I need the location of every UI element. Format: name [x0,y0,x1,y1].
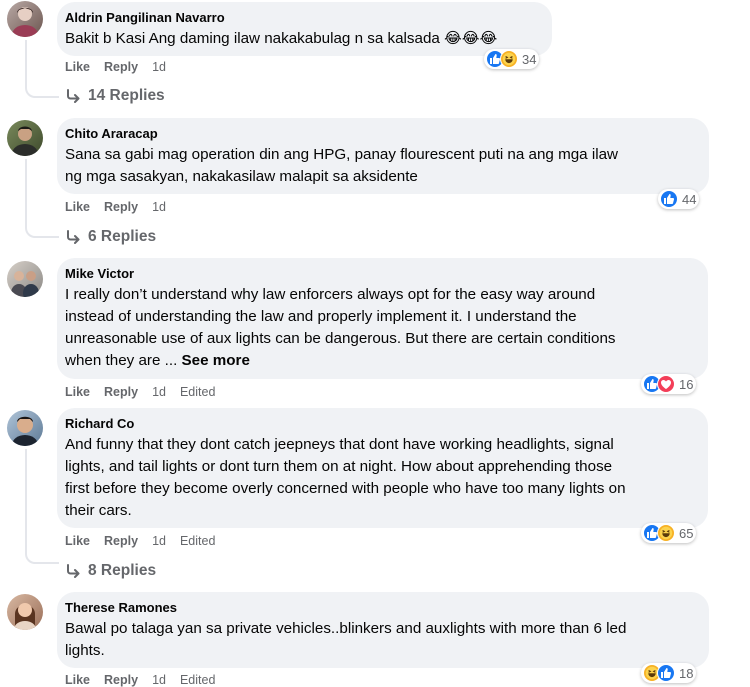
reply-button[interactable]: Reply [104,200,138,214]
reaction-count: 18 [679,665,694,681]
view-replies-button[interactable]: 6 Replies [66,228,156,246]
reply-button[interactable]: Reply [104,385,138,399]
reply-thread-line [25,449,59,564]
like-button[interactable]: Like [65,60,90,74]
like-button[interactable]: Like [65,200,90,214]
reaction-summary[interactable]: 34 [484,49,540,69]
edited-label: Edited [179,385,216,399]
comment-actions: Like Reply 1d [65,200,166,214]
like-button[interactable]: Like [65,385,90,399]
reaction-summary[interactable]: 44 [658,189,700,209]
view-replies-button[interactable]: 14 Replies [66,87,165,105]
comment-text-line: first before they become overly concerne… [65,480,626,497]
edited-label: Edited [179,534,216,548]
comment-author[interactable]: Richard Co [65,416,696,432]
reply-button[interactable]: Reply [104,534,138,548]
reaction-summary[interactable]: 16 [641,374,697,394]
comment-bubble: Chito Araracap Sana sa gabi mag operatio… [57,118,709,194]
reaction-summary[interactable]: 18 [641,663,697,683]
comment-text: Bakit b Kasi Ang daming ilaw nakakabulag… [65,30,498,47]
timestamp[interactable]: 1d [152,673,166,687]
avatar[interactable] [7,1,43,37]
reaction-count: 34 [522,51,537,67]
comment-bubble: Therese Ramones Bawal po talaga yan sa p… [57,592,709,668]
comment-bubble: Mike Victor I really don’t understand wh… [57,258,708,379]
replies-label: 6 Replies [88,228,157,245]
reaction-count: 16 [679,376,694,392]
comment-bubble: Aldrin Pangilinan Navarro Bakit b Kasi A… [57,2,552,56]
comment-text-line: And funny that they dont catch jeepneys … [65,436,614,453]
comment-text-line: I really don’t understand why law enforc… [65,286,596,303]
avatar[interactable] [7,261,43,297]
avatar[interactable] [7,120,43,156]
comment-text-line: instead of understanding the law and pro… [65,308,577,325]
like-button[interactable]: Like [65,534,90,548]
reply-arrow-icon [67,564,80,578]
reply-button[interactable]: Reply [104,673,138,687]
comment-text-line: unreasonable use of aux lights can be da… [65,330,616,347]
truncated-text: when they are ... [65,352,178,369]
reply-arrow-icon [67,89,80,103]
comment-author[interactable]: Aldrin Pangilinan Navarro [65,10,540,26]
comment-text-line: ng mga sasakyan, nakakasilaw malapit sa … [65,168,418,185]
replies-label: 8 Replies [88,562,157,579]
comment-actions: Like Reply 1d Edited [65,534,215,548]
comment-text-line: their cars. [65,502,132,519]
comment-text-line: Bawal po talaga yan sa private vehicles.… [65,620,627,637]
reply-button[interactable]: Reply [104,60,138,74]
see-more-link[interactable]: See more [182,352,250,369]
like-icon [657,664,675,682]
comment-text-line: lights. [65,642,105,659]
comment-actions: Like Reply 1d Edited [65,385,215,399]
view-replies-button[interactable]: 8 Replies [66,562,156,580]
replies-label: 14 Replies [88,87,165,104]
comment-author[interactable]: Therese Ramones [65,600,697,616]
reply-arrow-icon [67,230,80,244]
love-icon [657,375,675,393]
comment-text-line: lights, and tail lights or dont turn the… [65,458,613,475]
comment-bubble: Richard Co And funny that they dont catc… [57,408,708,528]
like-button[interactable]: Like [65,673,90,687]
haha-icon [657,524,675,542]
timestamp[interactable]: 1d [152,200,166,214]
comment-actions: Like Reply 1d Edited [65,673,215,687]
comment-author[interactable]: Chito Araracap [65,126,697,142]
avatar[interactable] [7,594,43,630]
edited-label: Edited [179,673,216,687]
comment-text-line: when they are ... See more [65,350,696,372]
reply-thread-line [25,159,59,238]
like-icon [660,190,678,208]
reply-thread-line [25,40,59,98]
timestamp[interactable]: 1d [152,385,166,399]
timestamp[interactable]: 1d [152,60,166,74]
reaction-count: 65 [679,525,694,541]
timestamp[interactable]: 1d [152,534,166,548]
avatar[interactable] [7,410,43,446]
reaction-summary[interactable]: 65 [641,523,697,543]
comment-author[interactable]: Mike Victor [65,266,696,282]
comment-text-line: Sana sa gabi mag operation din ang HPG, … [65,146,619,163]
comment-actions: Like Reply 1d [65,60,166,74]
reaction-count: 44 [682,191,697,207]
haha-icon [500,50,518,68]
